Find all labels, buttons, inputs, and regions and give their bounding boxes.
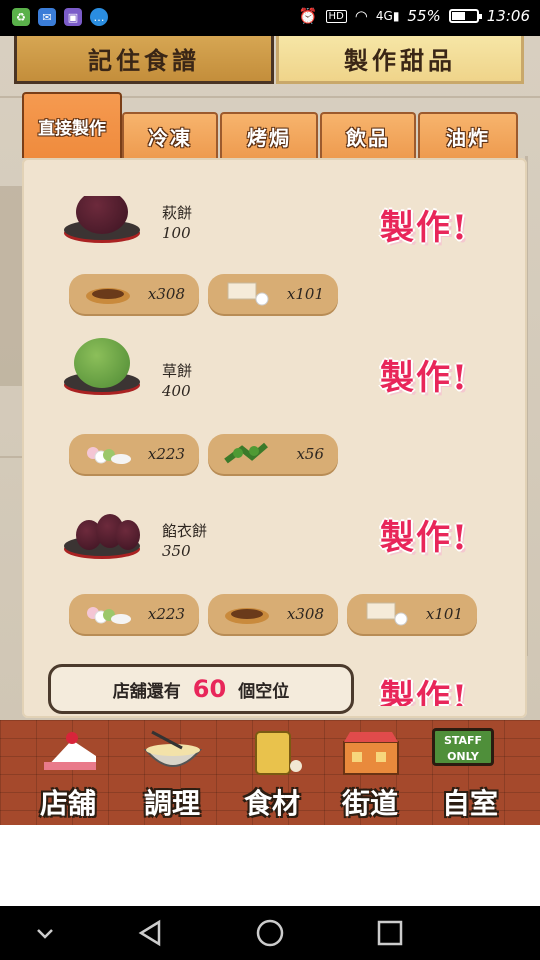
- subtab-direct[interactable]: 直接製作: [22, 92, 122, 158]
- chevron-down-icon[interactable]: [30, 919, 60, 947]
- tab-make-dessert-label: 製作甜品: [344, 46, 456, 75]
- tab-record-recipe-label: 記住食譜: [88, 46, 200, 75]
- shop-slots-banner: 店舖還有 60 個空位: [48, 664, 354, 714]
- flour-bag-icon: [255, 731, 302, 775]
- ingredient-qty: x101: [425, 605, 463, 623]
- app-notification-icon: ♻: [12, 8, 30, 26]
- signal-icon: 4G▮: [375, 9, 400, 23]
- network-type: 4G: [375, 9, 393, 23]
- nav-ingredients[interactable]: 食材: [222, 720, 322, 825]
- subtab-bake[interactable]: 烤焗: [220, 112, 318, 158]
- recipe-price: 400: [162, 382, 191, 400]
- battery-fill: [451, 12, 465, 20]
- subtab-freeze[interactable]: 冷凍: [122, 112, 218, 158]
- ingredient-qty: x101: [286, 285, 324, 303]
- status-bar: ♻ ✉ ▣ … ⏰ HD ◠ 4G▮ 55% 13:06: [0, 0, 540, 36]
- ingredient-qty: x223: [147, 445, 185, 463]
- ingredient-chip: x223: [69, 594, 199, 634]
- nav-shop[interactable]: 店舖: [18, 720, 118, 825]
- flour-rice-icon: [366, 602, 408, 626]
- flour-rice-icon: [227, 282, 269, 306]
- subtab-bake-label: 烤焗: [247, 125, 291, 150]
- recipe-list[interactable]: 萩餅 100 製作! x308 x101 草餅 400 製作! x223 x56: [22, 196, 520, 706]
- subtab-freeze-label: 冷凍: [148, 125, 192, 150]
- slots-count: 60: [192, 675, 227, 703]
- message-notification-icon: ✉: [38, 8, 56, 26]
- ingredient-qty: x223: [147, 605, 185, 623]
- make-button[interactable]: 製作!: [380, 350, 469, 399]
- alarm-icon: ⏰: [298, 7, 318, 25]
- cake-icon: [44, 732, 96, 770]
- recents-icon[interactable]: [375, 919, 405, 947]
- ingredient-qty: x308: [286, 605, 324, 623]
- recipe-name: 草餅: [162, 362, 193, 380]
- shop-building-icon: [343, 732, 399, 775]
- ingredient-chip: x56: [208, 434, 338, 474]
- staff-only-sign: STAFF ONLY: [432, 728, 494, 766]
- recipe-name: 餡衣餅: [162, 522, 208, 540]
- subtab-fried[interactable]: 油炸: [418, 112, 518, 158]
- battery-icon: [448, 9, 482, 23]
- ingredient-chip: x101: [208, 274, 338, 314]
- wifi-icon: ◠: [354, 7, 368, 25]
- ingredient-chip: x308: [208, 594, 338, 634]
- back-icon[interactable]: [135, 919, 165, 947]
- nav-home[interactable]: STAFF ONLY 自室: [420, 720, 520, 825]
- nav-street-label: 街道: [341, 787, 398, 820]
- make-button[interactable]: 製作!: [380, 200, 469, 249]
- nav-cook-label: 調理: [143, 787, 200, 820]
- staff-only-sign-icon: STAFF ONLY: [432, 728, 502, 772]
- ankoromochi-icon: [116, 520, 140, 550]
- subtab-direct-label: 直接製作: [38, 118, 106, 139]
- recipe-row: 萩餅 100 製作!: [22, 196, 520, 280]
- recipe-row: 草餅 400 製作!: [22, 320, 520, 440]
- tab-make-dessert[interactable]: 製作甜品: [276, 36, 524, 84]
- ingredient-chip: x308: [69, 274, 199, 314]
- make-button[interactable]: 製作!: [380, 670, 469, 706]
- hd-badge: HD: [325, 9, 347, 23]
- recipe-row: 餡衣餅 350 製作!: [22, 480, 520, 600]
- nav-ingredients-label: 食材: [243, 787, 300, 820]
- subtab-fried-label: 油炸: [446, 125, 490, 150]
- make-button[interactable]: 製作!: [380, 510, 469, 559]
- ingredient-qty: x308: [147, 285, 185, 303]
- slots-suffix: 個空位: [238, 681, 290, 702]
- nav-cook[interactable]: 調理: [122, 720, 222, 825]
- tab-record-recipe[interactable]: 記住食譜: [14, 36, 274, 84]
- whisk-bowl-icon: [143, 730, 203, 767]
- slots-prefix: 店舖還有: [112, 681, 181, 702]
- dango-flour-icon: [87, 607, 131, 624]
- game-screen: 記住食譜 製作甜品 直接製作 冷凍 烤焗 飲品 油炸 萩餅 100 製作! x3…: [0, 36, 540, 825]
- recipe-price: 100: [162, 224, 191, 242]
- sesame-icon: [86, 288, 130, 304]
- clock: 13:06: [486, 7, 530, 25]
- chat-notification-icon: …: [90, 8, 108, 26]
- home-icon[interactable]: [255, 919, 285, 947]
- nav-home-label: 自室: [441, 787, 498, 820]
- dango-flour-icon: [87, 447, 131, 464]
- recipe-price: 350: [162, 542, 191, 560]
- ingredient-chip: x223: [69, 434, 199, 474]
- recipe-name: 萩餅: [162, 204, 193, 222]
- bottom-nav: 店舖 調理 食材 街道 STAFF ONLY 自室: [0, 720, 540, 825]
- nav-shop-label: 店舖: [39, 787, 96, 820]
- notification-icons: ♻ ✉ ▣ …: [12, 8, 108, 26]
- herb-icon: [224, 442, 268, 464]
- gallery-notification-icon: ▣: [64, 8, 82, 26]
- nav-street[interactable]: 街道: [320, 720, 420, 825]
- battery-percent: 55%: [407, 7, 441, 25]
- ingredient-qty: x56: [296, 445, 324, 463]
- system-nav-bar: [0, 906, 540, 960]
- subtab-drinks-label: 飲品: [346, 125, 390, 150]
- sesame-icon: [225, 608, 269, 624]
- subtab-drinks[interactable]: 飲品: [320, 112, 416, 158]
- ingredient-chip: x101: [347, 594, 477, 634]
- kusamochi-icon: [74, 338, 130, 388]
